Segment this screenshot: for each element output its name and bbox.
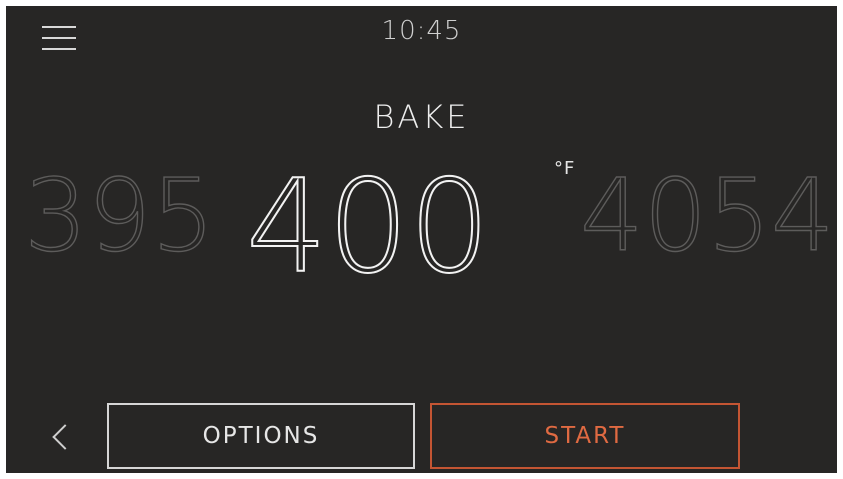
- temperature-next[interactable]: 4054: [579, 165, 835, 266]
- options-button[interactable]: OPTIONS: [107, 403, 415, 469]
- temperature-current[interactable]: 400: [245, 163, 491, 293]
- temperature-unit: °F: [554, 158, 576, 179]
- cook-mode-title: BAKE: [373, 98, 470, 136]
- oven-control-screen: 10:45 BAKE 395 400 4054 °F OPTIONS START: [6, 6, 837, 473]
- back-chevron-icon[interactable]: [40, 418, 80, 458]
- temperature-previous[interactable]: 395: [23, 165, 215, 266]
- start-button[interactable]: START: [430, 403, 740, 469]
- clock-time: 10:45: [381, 16, 462, 46]
